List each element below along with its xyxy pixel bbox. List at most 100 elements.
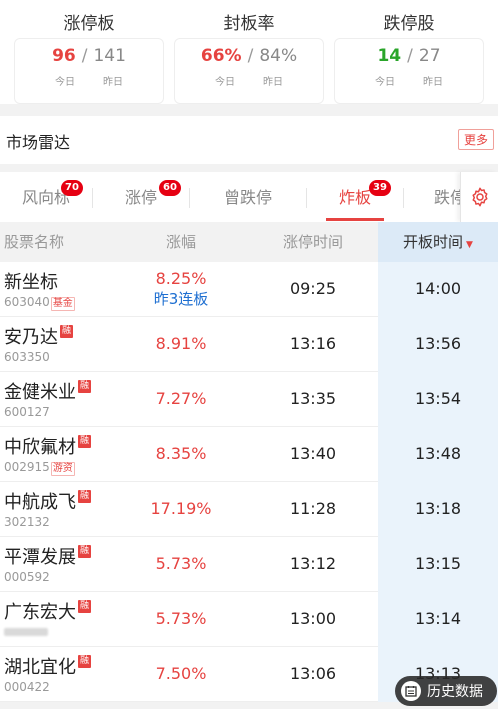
tab-settings-button[interactable] (460, 172, 498, 222)
table-row[interactable]: 广东宏大融 5.73% 13:00 13:14 (0, 592, 498, 647)
limit-board-page: 涨停板 96/141 今日 昨日 封板率 66%/84% 今日 昨日 跌停股 14/… (0, 0, 498, 709)
stat-today-value: 66% (200, 46, 242, 66)
table-row[interactable]: 新坐标 603040 基金 8.25% 昨3连板 09:25 14:00 (0, 262, 498, 317)
radar-title: 市场雷达 (6, 133, 71, 152)
limit-time: 13:00 (289, 609, 337, 628)
open-time: 13:48 (414, 444, 462, 463)
margin-tag: 融 (78, 435, 91, 448)
table-row[interactable]: 中欣氟材融 002915 游资 8.35% 13:40 13:48 (0, 427, 498, 482)
fund-tag: 基金 (50, 297, 75, 311)
stat-yesterday-value: 27 (418, 46, 441, 66)
tab-badge: 39 (369, 180, 391, 196)
tab-once-limit-down[interactable]: 曾跌停 (190, 172, 306, 222)
history-data-button[interactable]: 历史数据 (395, 676, 497, 706)
stat-seal-rate[interactable]: 封板率 66%/84% 今日 昨日 (174, 12, 324, 104)
open-time: 13:14 (414, 609, 462, 628)
table-row[interactable]: 金健米业融 600127 7.27% 13:35 13:54 (0, 372, 498, 427)
tab-broken-board[interactable]: 炸板 39 (307, 172, 403, 222)
stat-card: 96/141 今日 昨日 (14, 38, 164, 104)
stat-title: 跌停股 (383, 14, 435, 34)
limit-time: 11:28 (289, 499, 337, 518)
tab-wind-vane[interactable]: 风向标 70 (0, 172, 92, 222)
stat-today-label: 今日 (215, 77, 235, 88)
sort-desc-icon: ▼ (466, 240, 473, 250)
change-pct: 5.73% (155, 609, 207, 628)
limit-time: 13:35 (289, 389, 337, 408)
margin-tag: 融 (78, 545, 91, 558)
stock-code: 603350 (4, 350, 50, 364)
stat-title: 封板率 (223, 14, 275, 34)
stat-today-value: 14 (377, 46, 402, 66)
margin-tag: 融 (78, 655, 91, 668)
stock-name: 平潭发展 (4, 547, 76, 568)
limit-time: 13:12 (289, 554, 337, 573)
tab-limit-up[interactable]: 涨停 60 (93, 172, 189, 222)
stock-name: 中欣氟材 (4, 437, 76, 458)
stat-yesterday-label: 昨日 (103, 77, 123, 88)
table-header: 股票名称 涨幅 涨停时间 开板时间 ▼ (0, 222, 498, 262)
stock-code: 000592 (4, 570, 50, 584)
stat-yesterday-value: 141 (93, 46, 126, 66)
stat-today-label: 今日 (375, 77, 395, 88)
stat-today-label: 今日 (55, 77, 75, 88)
change-pct: 8.25% (155, 269, 207, 288)
col-header-change[interactable]: 涨幅 (135, 222, 227, 262)
table-row[interactable]: 平潭发展融 000592 5.73% 13:12 13:15 (0, 537, 498, 592)
stock-code-blurred (4, 628, 48, 636)
stock-code: 603040 (4, 295, 50, 309)
col-header-limit-time[interactable]: 涨停时间 (268, 222, 358, 262)
stock-code: 002915 (4, 460, 50, 474)
history-data-label: 历史数据 (427, 684, 483, 700)
open-time: 14:00 (414, 279, 462, 298)
col-header-open-time[interactable]: 开板时间 ▼ (378, 222, 498, 265)
stat-card: 14/27 今日 昨日 (334, 38, 484, 104)
open-time: 13:15 (414, 554, 462, 573)
market-radar: 市场雷达 更多 (0, 116, 498, 164)
radar-more-button[interactable]: 更多 (457, 129, 494, 150)
stats-panel: 涨停板 96/141 今日 昨日 封板率 66%/84% 今日 昨日 跌停股 14/… (0, 0, 498, 104)
margin-tag: 融 (78, 380, 91, 393)
limit-time: 13:40 (289, 444, 337, 463)
limit-time: 13:16 (289, 334, 337, 353)
tab-badge: 70 (61, 180, 83, 196)
tab-badge: 60 (159, 180, 181, 196)
stock-code: 000422 (4, 680, 50, 694)
margin-tag: 融 (78, 490, 91, 503)
radar-ticker-strip (150, 156, 450, 164)
change-pct: 5.73% (155, 554, 207, 573)
change-pct: 8.91% (155, 334, 207, 353)
stat-card: 66%/84% 今日 昨日 (174, 38, 324, 104)
tab-label: 炸板 (338, 188, 371, 207)
change-pct: 7.27% (155, 389, 207, 408)
stat-yesterday-label: 昨日 (263, 77, 283, 88)
stock-code: 600127 (4, 405, 50, 419)
open-time: 13:18 (414, 499, 462, 518)
stock-name: 金健米业 (4, 382, 76, 403)
stat-today-value: 96 (52, 46, 76, 66)
margin-tag: 融 (78, 600, 91, 613)
calendar-icon (401, 681, 421, 701)
stock-name: 湖北宜化 (4, 657, 76, 678)
col-header-name: 股票名称 (4, 233, 65, 251)
hot-money-tag: 游资 (50, 462, 75, 476)
streak-label: 昨3连板 (153, 290, 209, 308)
limit-time: 13:06 (289, 664, 337, 683)
open-time: 13:56 (414, 334, 462, 353)
stock-name: 中航成飞 (4, 492, 76, 513)
stat-limit-down[interactable]: 跌停股 14/27 今日 昨日 (334, 12, 484, 104)
tab-label: 涨停 (124, 188, 157, 207)
stat-limit-up[interactable]: 涨停板 96/141 今日 昨日 (14, 12, 164, 104)
change-pct: 17.19% (150, 499, 212, 518)
tab-label: 曾跌停 (223, 188, 272, 207)
stock-name: 新坐标 (4, 272, 58, 293)
stat-yesterday-value: 84% (259, 46, 298, 66)
stat-yesterday-label: 昨日 (423, 77, 443, 88)
table-row[interactable]: 安乃达融 603350 8.91% 13:16 13:56 (0, 317, 498, 372)
margin-tag: 融 (60, 325, 73, 338)
table-row[interactable]: 中航成飞融 302132 17.19% 11:28 13:18 (0, 482, 498, 537)
stat-title: 涨停板 (63, 14, 115, 34)
tab-bar: 风向标 70 涨停 60 曾跌停 炸板 39 跌停 (0, 172, 498, 222)
stock-table: 新坐标 603040 基金 8.25% 昨3连板 09:25 14:00 安乃达融… (0, 262, 498, 702)
stock-code: 302132 (4, 515, 50, 529)
change-pct: 7.50% (155, 664, 207, 683)
